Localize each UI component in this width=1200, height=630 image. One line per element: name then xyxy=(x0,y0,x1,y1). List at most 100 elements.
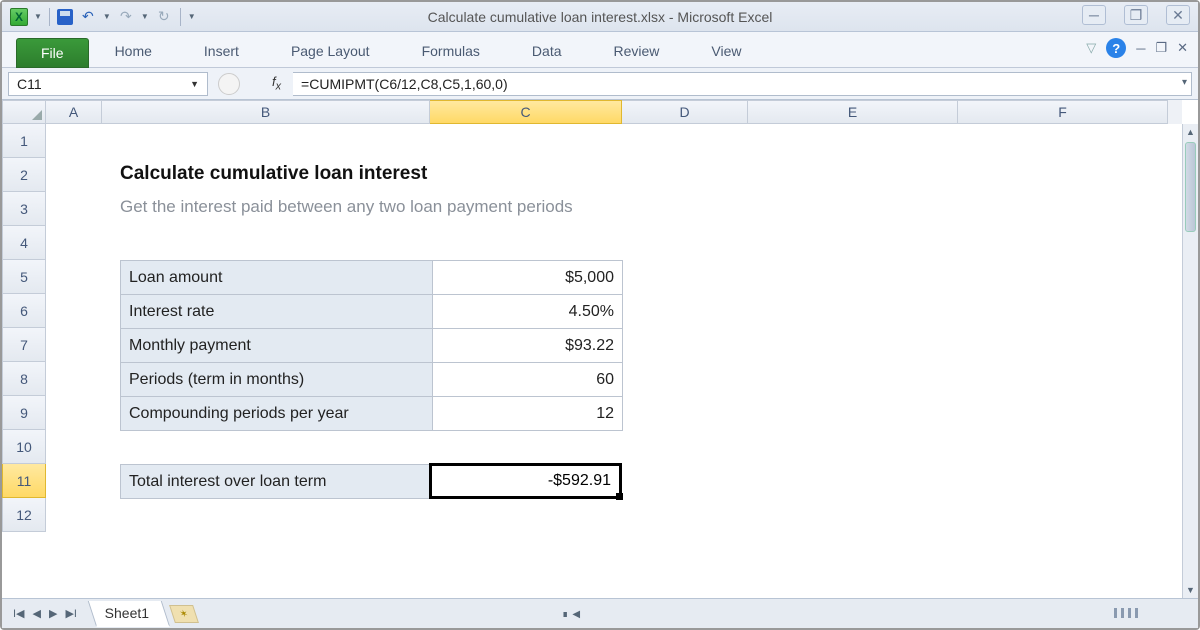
qat-separator xyxy=(180,8,181,26)
table-row: Loan amount $5,000 xyxy=(121,261,623,295)
workbook-restore-icon[interactable]: ❐ xyxy=(1155,40,1167,56)
hscroll-splitter[interactable]: ∎◀ xyxy=(562,609,580,620)
workbook-minimize-icon[interactable]: ─ xyxy=(1136,41,1145,56)
name-box-dropdown-icon[interactable]: ▼ xyxy=(190,79,199,89)
row-header[interactable]: 9 xyxy=(2,396,46,430)
tab-insert[interactable]: Insert xyxy=(178,35,265,67)
cell-label[interactable]: Interest rate xyxy=(121,295,433,329)
redo-icon[interactable] xyxy=(117,8,135,26)
column-header[interactable]: D xyxy=(622,100,748,124)
sheet-tab-active[interactable]: Sheet1 xyxy=(88,601,171,627)
cell-b2-title: Calculate cumulative loan interest xyxy=(120,163,427,185)
result-row: Total interest over loan term xyxy=(120,464,433,499)
ribbon-right-controls: ▽ ? ─ ❐ ✕ xyxy=(1086,38,1188,58)
qat-customize-icon[interactable]: ▼ xyxy=(188,12,196,21)
row-header[interactable]: 12 xyxy=(2,498,46,532)
row-header[interactable]: 3 xyxy=(2,192,46,226)
sheet-nav-next-icon[interactable]: ▶ xyxy=(46,605,60,622)
column-header[interactable]: F xyxy=(958,100,1168,124)
column-header[interactable]: E xyxy=(748,100,958,124)
sheet-nav-first-icon[interactable]: I◀ xyxy=(10,605,28,622)
cell-label[interactable]: Monthly payment xyxy=(121,329,433,363)
table-row: Monthly payment $93.22 xyxy=(121,329,623,363)
cell-value[interactable]: $5,000 xyxy=(433,261,623,295)
column-headers: A B C D E F xyxy=(2,100,1182,124)
row-header[interactable]: 6 xyxy=(2,294,46,328)
formula-bar: C11 ▼ fx =CUMIPMT(C6/12,C8,C5,1,60,0) xyxy=(2,68,1198,100)
scroll-down-icon[interactable]: ▼ xyxy=(1183,582,1198,598)
cancel-icon[interactable] xyxy=(218,73,240,95)
sheet-nav-prev-icon[interactable]: ◀ xyxy=(30,605,44,622)
close-button[interactable]: ✕ xyxy=(1166,5,1190,25)
cell-value[interactable]: $93.22 xyxy=(433,329,623,363)
help-icon[interactable]: ? xyxy=(1106,38,1126,58)
vertical-scrollbar[interactable]: ▲ ▼ xyxy=(1182,124,1198,598)
name-box[interactable]: C11 ▼ xyxy=(8,72,208,96)
selected-cell-c11[interactable]: -$592.91 xyxy=(429,463,622,499)
window-controls: ─ ❐ ✕ xyxy=(1082,5,1190,25)
workbook-close-icon[interactable]: ✕ xyxy=(1177,40,1188,56)
redo-dropdown-icon[interactable]: ▼ xyxy=(141,12,149,21)
undo-icon[interactable] xyxy=(79,8,97,26)
title-bar: ▼ ▼ ▼ ▼ Calculate cumulative loan intere… xyxy=(2,2,1198,32)
cell-label[interactable]: Periods (term in months) xyxy=(121,363,433,397)
scroll-thumb[interactable] xyxy=(1185,142,1196,232)
qat-separator xyxy=(49,8,50,26)
tab-view[interactable]: View xyxy=(685,35,767,67)
ribbon-minimize-icon[interactable]: ▽ xyxy=(1086,40,1096,56)
tab-home[interactable]: Home xyxy=(89,35,178,67)
select-all-corner[interactable] xyxy=(2,100,46,124)
cell-b3-subtitle: Get the interest paid between any two lo… xyxy=(120,197,573,217)
cell-label[interactable]: Loan amount xyxy=(121,261,433,295)
cell-label[interactable]: Compounding periods per year xyxy=(121,397,433,431)
ribbon: File Home Insert Page Layout Formulas Da… xyxy=(2,32,1198,68)
cell-value[interactable]: 12 xyxy=(433,397,623,431)
row-header[interactable]: 2 xyxy=(2,158,46,192)
sheet-tab-bar: I◀ ◀ ▶ ▶I Sheet1 ✶ ∎◀ xyxy=(2,598,1198,628)
name-box-value: C11 xyxy=(17,76,42,92)
formula-text: =CUMIPMT(C6/12,C8,C5,1,60,0) xyxy=(301,76,508,92)
row-header[interactable]: 11 xyxy=(2,464,46,498)
tab-review[interactable]: Review xyxy=(588,35,686,67)
fx-icon[interactable]: fx xyxy=(272,74,281,93)
cell-result-value: -$592.91 xyxy=(548,472,611,490)
row-header[interactable]: 4 xyxy=(2,226,46,260)
view-shortcuts[interactable] xyxy=(1114,608,1138,618)
table-row: Compounding periods per year 12 xyxy=(121,397,623,431)
cell-result-label[interactable]: Total interest over loan term xyxy=(121,465,433,499)
row-header[interactable]: 1 xyxy=(2,124,46,158)
new-sheet-icon[interactable]: ✶ xyxy=(169,605,199,623)
excel-logo-icon[interactable] xyxy=(10,8,28,26)
formula-input[interactable]: =CUMIPMT(C6/12,C8,C5,1,60,0) xyxy=(293,72,1192,96)
row-header[interactable]: 7 xyxy=(2,328,46,362)
row-header[interactable]: 8 xyxy=(2,362,46,396)
sheet-nav-last-icon[interactable]: ▶I xyxy=(62,605,80,622)
cell-value[interactable]: 4.50% xyxy=(433,295,623,329)
row-headers: 1 2 3 4 5 6 7 8 9 10 11 12 xyxy=(2,124,46,532)
tab-formulas[interactable]: Formulas xyxy=(396,35,506,67)
column-header[interactable]: A xyxy=(46,100,102,124)
undo-dropdown-icon[interactable]: ▼ xyxy=(103,12,111,21)
column-header[interactable]: C xyxy=(430,100,622,124)
quick-access-toolbar: ▼ ▼ ▼ ▼ xyxy=(2,8,196,26)
sheet-nav: I◀ ◀ ▶ ▶I xyxy=(2,605,88,622)
spreadsheet-grid[interactable]: A B C D E F 1 2 3 4 5 6 7 8 9 10 11 12 C… xyxy=(2,100,1198,598)
row-header[interactable]: 10 xyxy=(2,430,46,464)
column-header[interactable]: B xyxy=(102,100,430,124)
logo-dropdown-icon[interactable]: ▼ xyxy=(34,12,42,21)
file-tab[interactable]: File xyxy=(16,38,89,68)
sheet-tab-label: Sheet1 xyxy=(105,605,149,621)
tab-data[interactable]: Data xyxy=(506,35,588,67)
row-header[interactable]: 5 xyxy=(2,260,46,294)
minimize-button[interactable]: ─ xyxy=(1082,5,1106,25)
table-row: Interest rate 4.50% xyxy=(121,295,623,329)
table-row: Periods (term in months) 60 xyxy=(121,363,623,397)
tab-page-layout[interactable]: Page Layout xyxy=(265,35,396,67)
cell-value[interactable]: 60 xyxy=(433,363,623,397)
input-table: Loan amount $5,000 Interest rate 4.50% M… xyxy=(120,260,623,431)
save-icon[interactable] xyxy=(57,9,73,25)
repeat-icon[interactable] xyxy=(155,8,173,26)
scroll-up-icon[interactable]: ▲ xyxy=(1183,124,1198,140)
cells-area[interactable]: Calculate cumulative loan interest Get t… xyxy=(46,124,1182,598)
restore-button[interactable]: ❐ xyxy=(1124,5,1148,25)
